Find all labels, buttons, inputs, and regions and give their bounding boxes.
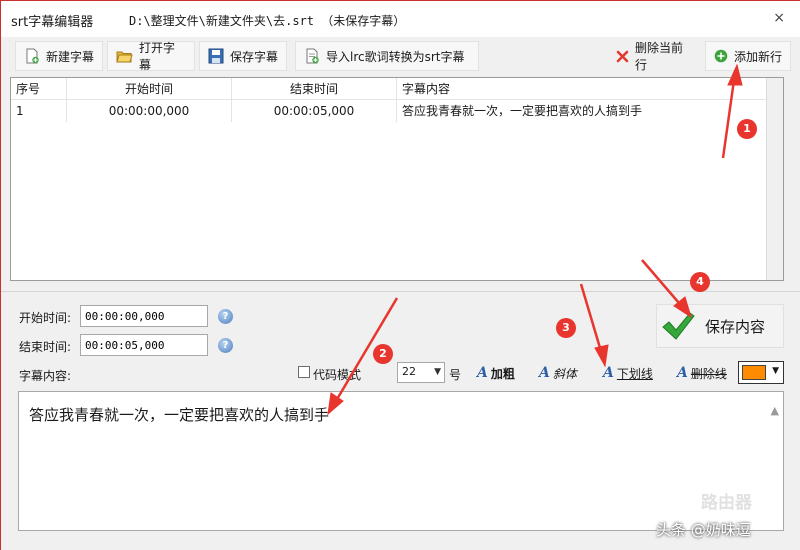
add-row-button[interactable]: 添加新行 — [705, 41, 791, 71]
open-subtitle-label: 打开字幕 — [139, 41, 176, 72]
column-header-index[interactable]: 序号 — [11, 78, 67, 100]
underline-label: 下划线 — [616, 366, 653, 381]
checkmark-icon — [662, 312, 695, 340]
text-color-picker[interactable]: ▼ — [738, 361, 784, 384]
import-lrc-button[interactable]: 导入lrc歌词转换为srt字幕 — [295, 41, 479, 71]
annotation-badge-4: 4 — [690, 272, 710, 292]
content-label: 字幕内容: — [19, 369, 72, 383]
save-content-button[interactable]: 保存内容 — [656, 304, 784, 348]
end-time-label: 结束时间: — [19, 340, 72, 354]
italic-label: 斜体 — [552, 366, 577, 381]
annotation-badge-1: 1 — [737, 119, 757, 139]
column-header-end[interactable]: 结束时间 — [232, 78, 397, 100]
font-size-value: 22 — [402, 365, 416, 378]
bold-icon: A — [477, 365, 488, 381]
start-time-input[interactable] — [80, 305, 208, 327]
router-logo-watermark: 路由器 — [701, 493, 752, 513]
save-subtitle-button[interactable]: 保存字幕 — [199, 41, 287, 71]
new-subtitle-label: 新建字幕 — [46, 49, 95, 64]
font-size-select[interactable]: 22 ▼ — [397, 362, 445, 383]
new-file-icon — [26, 48, 39, 64]
import-document-icon — [306, 48, 319, 64]
content-text: 答应我青春就一次，一定要把喜欢的人搞到手 — [29, 406, 330, 424]
app-title: srt字幕编辑器 — [11, 15, 94, 30]
add-row-label: 添加新行 — [734, 49, 783, 64]
end-time-help-icon[interactable]: ? — [218, 338, 233, 353]
annotation-badge-2: 2 — [373, 344, 393, 364]
open-subtitle-button[interactable]: 打开字幕 — [107, 41, 195, 72]
table-header: 序号 开始时间 结束时间 字幕内容 — [11, 78, 783, 100]
author-credit-watermark: 头条 @奶味逗 — [656, 521, 751, 539]
import-lrc-label: 导入lrc歌词转换为srt字幕 — [326, 49, 465, 64]
toolbar: 新建字幕 打开字幕 保存字幕 导入lrc歌词转换为srt字幕 删除当前行 添加新… — [1, 37, 800, 75]
scroll-up-icon[interactable]: ▲ — [771, 404, 779, 417]
row-start-time: 00:00:00,000 — [67, 100, 232, 122]
delete-row-label: 删除当前行 — [635, 41, 684, 72]
title-bar: srt字幕编辑器 D:\整理文件\新建文件夹\去.srt （未保存字幕） × — [1, 1, 800, 37]
italic-button[interactable]: A 斜体 — [539, 361, 577, 385]
row-index: 1 — [11, 100, 67, 122]
arrow-3-line — [579, 283, 605, 359]
open-folder-icon — [116, 51, 133, 63]
row-end-time: 00:00:05,000 — [232, 100, 397, 122]
code-mode-checkbox[interactable] — [298, 366, 310, 378]
column-header-content[interactable]: 字幕内容 — [397, 78, 767, 100]
chevron-down-icon: ▼ — [434, 367, 441, 377]
section-divider — [1, 291, 800, 292]
close-button[interactable]: × — [773, 10, 785, 26]
new-subtitle-button[interactable]: 新建字幕 — [15, 41, 103, 71]
annotation-badge-3: 3 — [556, 318, 576, 338]
start-time-help-icon[interactable]: ? — [218, 309, 233, 324]
start-time-label: 开始时间: — [19, 311, 72, 325]
floppy-disk-icon — [208, 48, 224, 64]
color-swatch — [742, 365, 766, 380]
save-content-label: 保存内容 — [705, 317, 766, 336]
table-row[interactable]: 1 00:00:00,000 00:00:05,000 答应我青春就一次，一定要… — [11, 100, 783, 122]
delete-x-icon — [616, 50, 629, 62]
chevron-down-icon: ▼ — [772, 366, 779, 376]
file-path: D:\整理文件\新建文件夹\去.srt （未保存字幕） — [129, 14, 406, 28]
subtitle-content-editor[interactable]: 答应我青春就一次，一定要把喜欢的人搞到手 ▲ — [18, 391, 784, 531]
table-scrollbar[interactable] — [766, 78, 783, 280]
end-time-input[interactable] — [80, 334, 208, 356]
italic-icon: A — [539, 365, 550, 381]
code-mode-label: 代码模式 — [313, 368, 362, 382]
strikethrough-icon: A — [677, 365, 688, 381]
underline-button[interactable]: A 下划线 — [603, 361, 653, 385]
font-size-unit: 号 — [449, 368, 462, 382]
strikethrough-button[interactable]: A 删除线 — [677, 361, 727, 385]
bold-button[interactable]: A 加粗 — [477, 361, 515, 385]
strikethrough-label: 删除线 — [690, 366, 727, 381]
save-subtitle-label: 保存字幕 — [230, 49, 279, 64]
delete-row-button[interactable]: 删除当前行 — [607, 41, 700, 72]
bold-label: 加粗 — [490, 366, 515, 381]
column-header-start[interactable]: 开始时间 — [67, 78, 232, 100]
app-window: srt字幕编辑器 D:\整理文件\新建文件夹\去.srt （未保存字幕） × 新… — [0, 0, 800, 550]
add-plus-icon — [714, 49, 728, 63]
underline-icon: A — [603, 365, 614, 381]
row-content: 答应我青春就一次，一定要把喜欢的人搞到手 — [397, 100, 767, 122]
subtitle-table[interactable]: 序号 开始时间 结束时间 字幕内容 1 00:00:00,000 00:00:0… — [10, 77, 784, 281]
